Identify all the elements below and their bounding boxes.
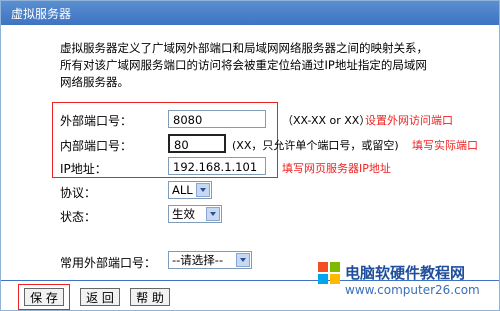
title-bar: 虚拟服务器 <box>1 1 499 25</box>
status-value: 生效 <box>172 207 195 221</box>
chevron-down-icon[interactable] <box>236 253 250 267</box>
internal-port-hint: (XX，只允许单个端口号，或留空) <box>232 139 399 152</box>
status-label: 状态： <box>60 210 97 224</box>
status-select[interactable]: 生效 <box>168 205 222 223</box>
ip-address-label: IP地址： <box>60 162 107 176</box>
external-port-input[interactable]: 8080 <box>168 110 266 128</box>
common-port-select[interactable]: --请选择-- <box>168 251 252 269</box>
chevron-down-icon[interactable] <box>196 183 210 197</box>
help-button[interactable]: 帮 助 <box>130 288 170 306</box>
external-port-annotation: 设置外网访问端口 <box>365 114 453 127</box>
back-button[interactable]: 返 回 <box>80 288 120 306</box>
windows-logo-icon <box>318 262 340 284</box>
external-port-hint: （XX-XX or XX） <box>282 114 371 127</box>
watermark-brand: 电脑软硬件教程网 <box>345 264 466 282</box>
ip-address-annotation: 填写网页服务器IP地址 <box>282 162 391 175</box>
internal-port-annotation: 填写实际端口 <box>412 139 478 152</box>
ip-address-input[interactable]: 192.168.1.101 <box>168 157 266 175</box>
watermark-url: www.computer26.com <box>345 283 480 297</box>
description-line-2: 所有对该广域网服务端口的访问将会被重定位给通过IP地址指定的局域网 <box>60 58 427 72</box>
description: 虚拟服务器定义了广域网外部端口和局域网网络服务器之间的映射关系， 所有对该广域网… <box>60 40 460 91</box>
chevron-down-icon[interactable] <box>206 207 220 221</box>
internal-port-input[interactable]: 80 <box>168 134 226 153</box>
protocol-select[interactable]: ALL <box>168 181 212 199</box>
window-title: 虚拟服务器 <box>11 7 72 21</box>
description-line-1: 虚拟服务器定义了广域网外部端口和局域网网络服务器之间的映射关系， <box>60 41 428 55</box>
common-port-label: 常用外部端口号： <box>60 256 157 270</box>
description-line-3: 网络服务器。 <box>60 75 129 89</box>
protocol-value: ALL <box>172 183 193 197</box>
protocol-label: 协议： <box>60 186 97 200</box>
internal-port-label: 内部端口号： <box>60 139 133 153</box>
save-button[interactable]: 保 存 <box>24 288 64 306</box>
common-port-value: --请选择-- <box>172 253 224 267</box>
external-port-label: 外部端口号： <box>60 114 133 128</box>
